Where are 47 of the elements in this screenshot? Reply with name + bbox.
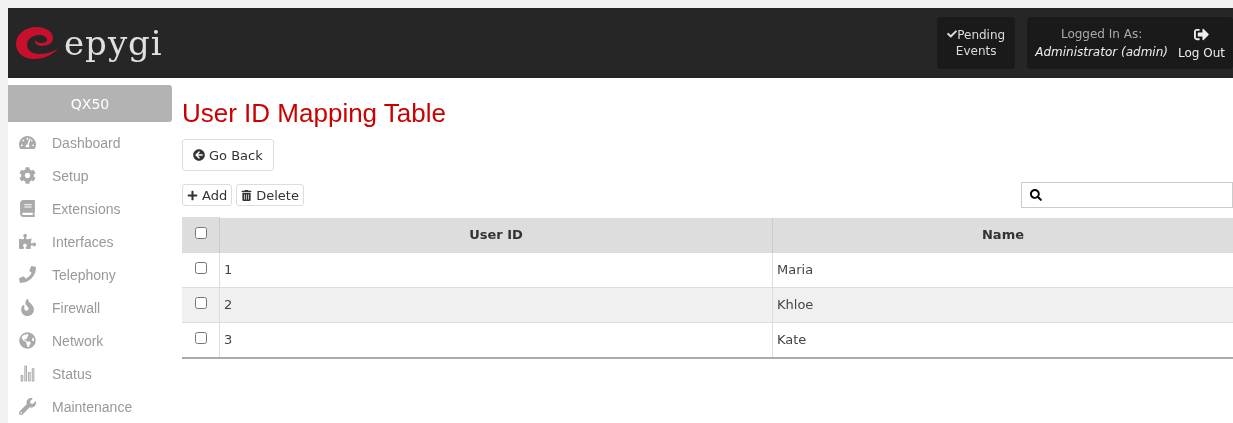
table-cell: 1: [219, 252, 773, 287]
logged-in-caption: Logged In As:: [1060, 26, 1143, 43]
nav-item[interactable]: Telephony: [8, 258, 172, 291]
table-cell: Kate: [772, 322, 1233, 358]
device-label: QX50: [8, 85, 172, 122]
trash-icon: [241, 189, 253, 201]
page-title: User ID Mapping Table: [182, 98, 447, 129]
nav-item[interactable]: Dashboard: [8, 126, 172, 159]
phone-icon: [18, 266, 36, 283]
go-back-button[interactable]: Go Back: [182, 139, 274, 171]
table-cell: Khloe: [772, 287, 1233, 322]
logout-icon: [1194, 26, 1209, 42]
puzzle-icon: [18, 233, 36, 250]
delete-button[interactable]: Delete: [236, 184, 304, 206]
book-icon: [18, 200, 36, 217]
back-arrow-icon: [193, 149, 205, 161]
logout-button[interactable]: Log Out: [1176, 26, 1233, 60]
nav-item[interactable]: Maintenance: [8, 390, 172, 423]
wrench-icon: [18, 398, 36, 415]
add-button[interactable]: Add: [182, 184, 233, 206]
row-checkbox[interactable]: [194, 332, 207, 344]
table-cell: Maria: [772, 252, 1233, 287]
flame-icon: [18, 299, 36, 316]
column-header: User ID: [219, 217, 773, 252]
user-name: Administrator (admin): [1035, 44, 1168, 61]
plus-icon: [187, 189, 198, 201]
search-icon: [1030, 189, 1042, 201]
nav-item[interactable]: Setup: [8, 159, 172, 192]
gear-icon: [18, 167, 36, 184]
nav-item[interactable]: Status: [8, 357, 172, 390]
nav-item[interactable]: Network: [8, 324, 172, 357]
nav-item[interactable]: Extensions: [8, 192, 172, 225]
gauge-icon: [18, 134, 36, 151]
row-checkbox[interactable]: [194, 262, 207, 274]
nav-item[interactable]: Interfaces: [8, 225, 172, 258]
table-cell: 2: [219, 287, 773, 322]
globe-icon: [18, 332, 36, 349]
logo-text: epygi: [64, 23, 163, 63]
pending-events-button[interactable]: Pending Events: [937, 17, 1016, 69]
check-icon: [947, 29, 958, 39]
table-cell: 3: [219, 322, 773, 358]
bar-chart-icon: [18, 365, 36, 382]
row-checkbox[interactable]: [194, 297, 207, 309]
column-header: Name: [772, 217, 1233, 252]
search-field[interactable]: [1021, 182, 1233, 208]
select-all-checkbox[interactable]: [194, 227, 207, 240]
nav-item[interactable]: Firewall: [8, 291, 172, 324]
